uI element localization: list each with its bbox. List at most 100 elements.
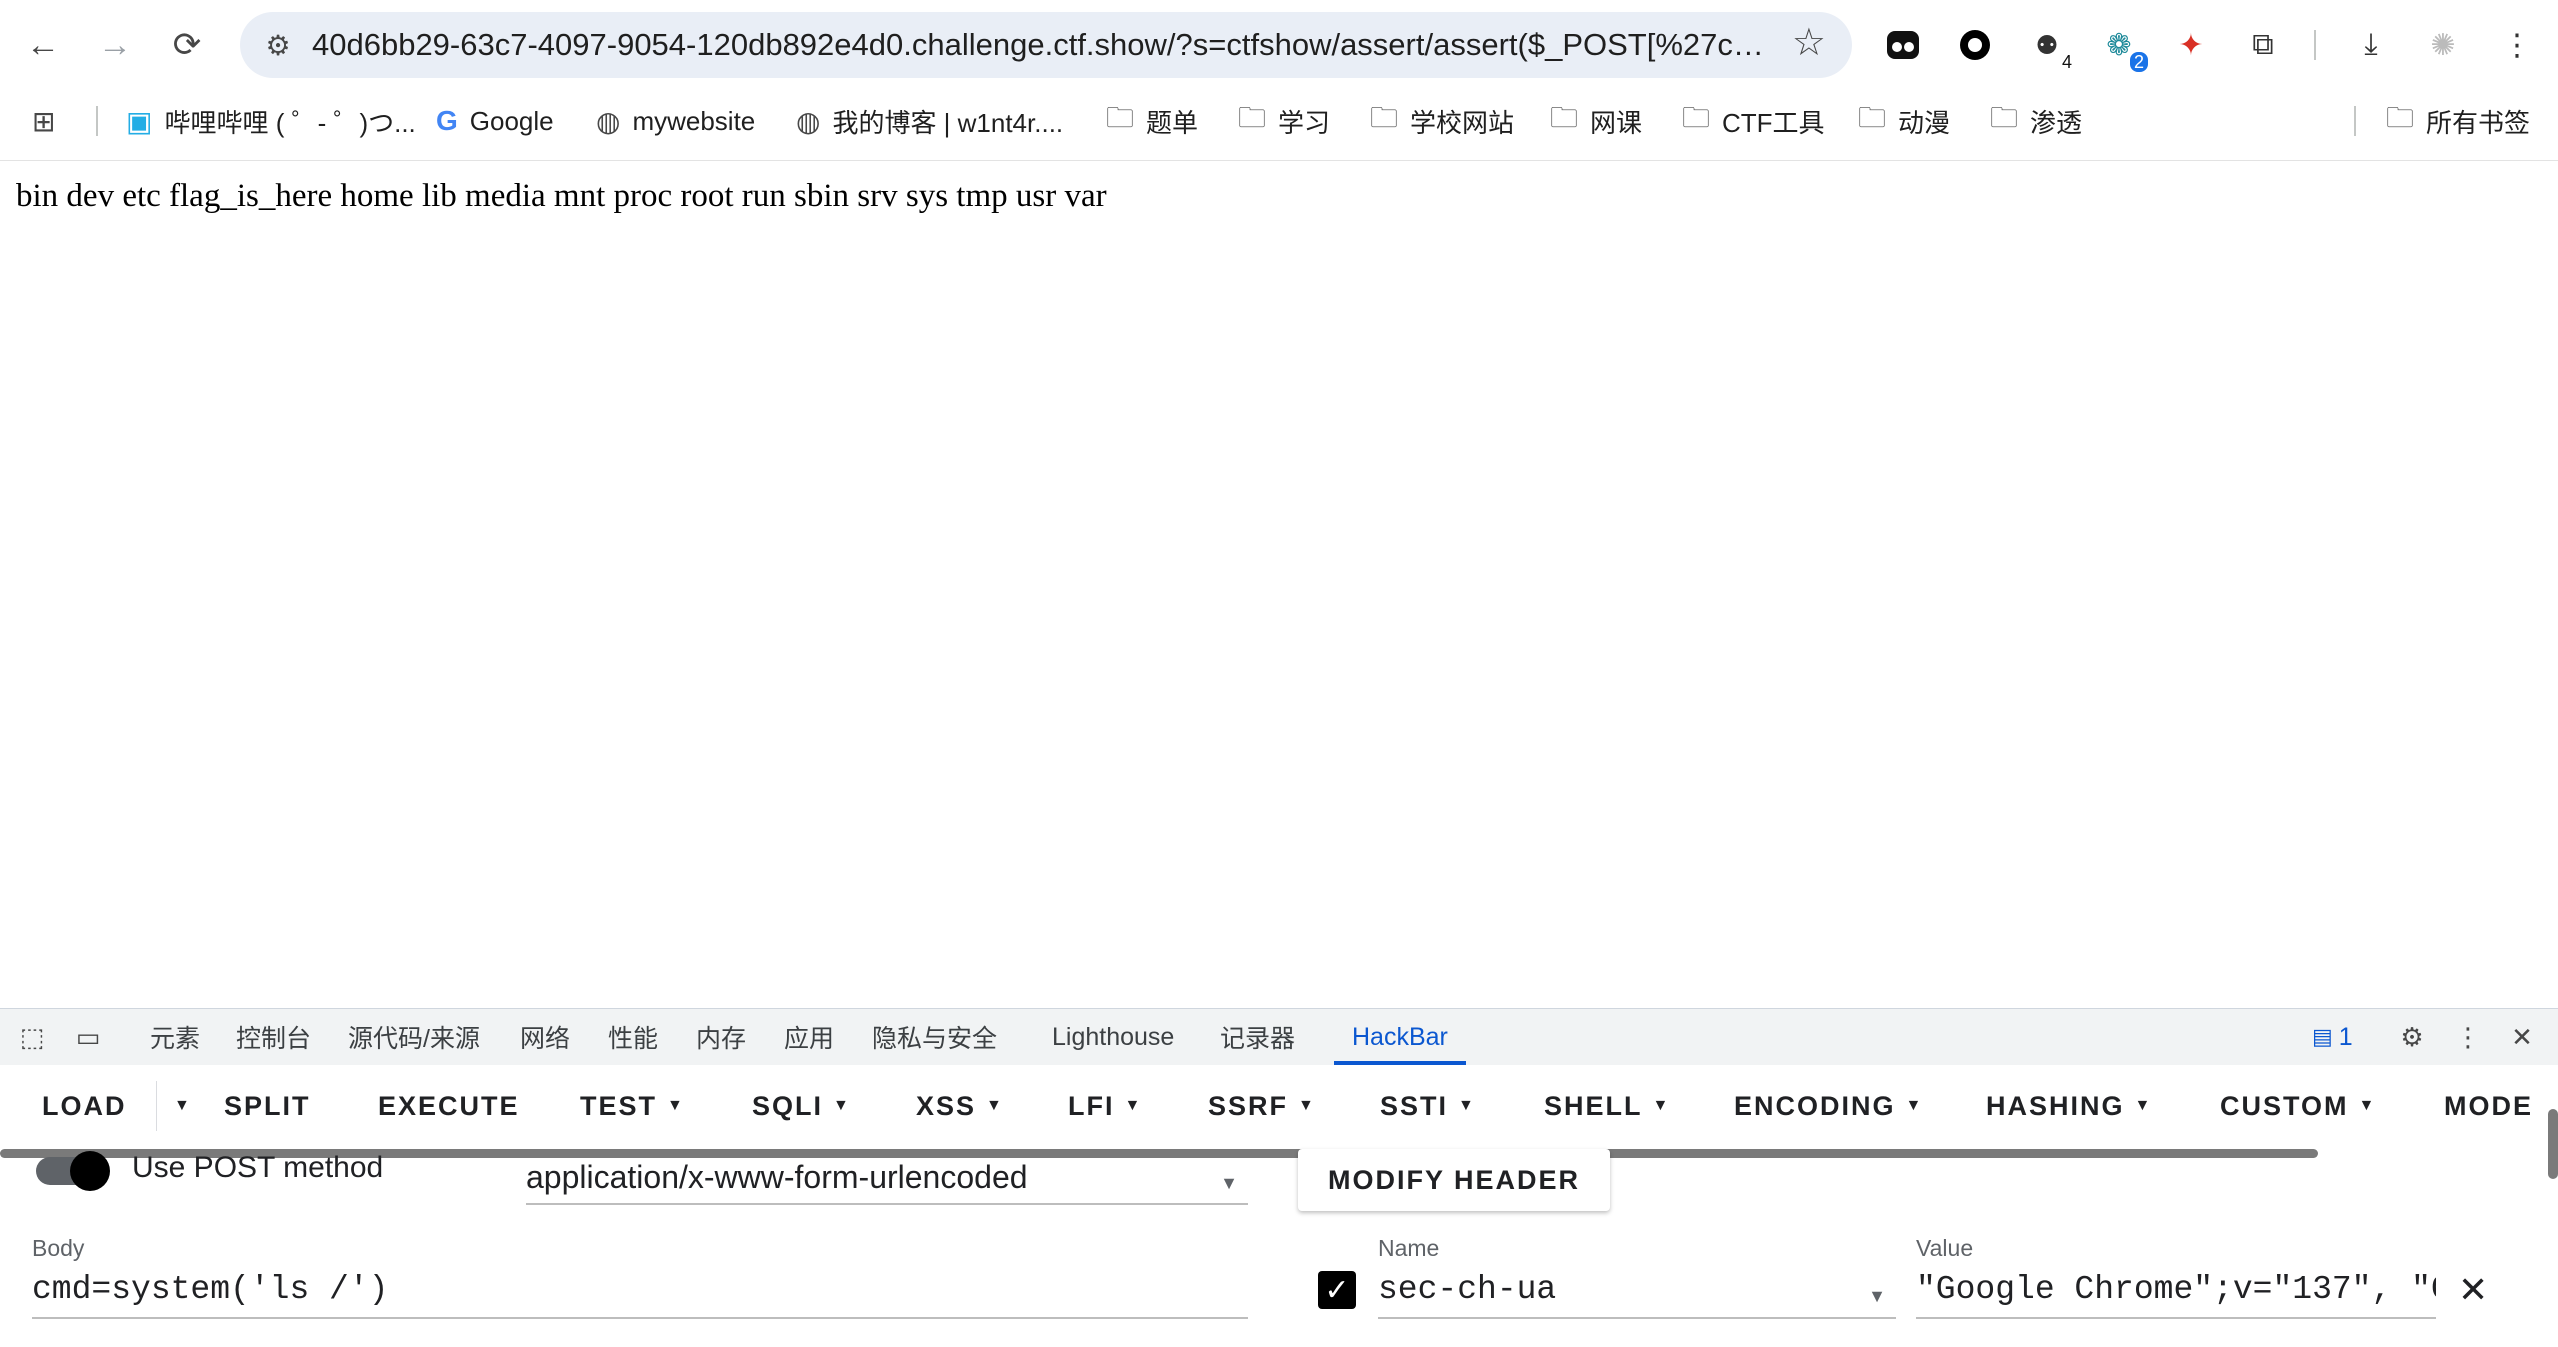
puzzle-icon: ⧉ bbox=[2252, 28, 2274, 61]
device-toolbar-icon[interactable]: ▭ bbox=[70, 1019, 106, 1055]
caret-down-icon: ▼ bbox=[833, 1097, 851, 1114]
bookmark-item[interactable]: ◍ mywebsite bbox=[596, 96, 755, 146]
site-info-icon[interactable]: ⚙ bbox=[254, 21, 302, 69]
xss-menu-button[interactable]: XSS ▼ bbox=[916, 1083, 1004, 1129]
shell-menu-button[interactable]: SHELL ▼ bbox=[1544, 1083, 1670, 1129]
tab-recorder[interactable]: 记录器 bbox=[1220, 1009, 1295, 1065]
bookmarks-separator bbox=[2354, 106, 2356, 136]
bookmark-folder[interactable]: 🗀 CTF工具 bbox=[1682, 96, 1825, 146]
load-dropdown-button[interactable]: ▼ bbox=[164, 1083, 192, 1129]
load-button[interactable]: LOAD bbox=[42, 1083, 127, 1129]
ssti-menu-button[interactable]: SSTI ▼ bbox=[1380, 1083, 1476, 1129]
page-output: bin dev etc flag_is_here home lib media … bbox=[16, 178, 1107, 214]
bookmark-folder[interactable]: 🗀 渗透 bbox=[1990, 96, 2082, 146]
apps-button[interactable]: ⊞ bbox=[32, 96, 55, 146]
bookmark-label: mywebsite bbox=[632, 105, 756, 136]
custom-menu-button[interactable]: CUSTOM ▼ bbox=[2220, 1083, 2376, 1129]
menu-label: LFI bbox=[1068, 1090, 1115, 1121]
mode-menu-button[interactable]: MODE bbox=[2444, 1083, 2533, 1129]
header-name-field[interactable]: sec-ch-ua ▼ bbox=[1378, 1267, 1896, 1319]
menu-label: ENCODING bbox=[1734, 1090, 1896, 1121]
tab-hackbar[interactable]: HackBar bbox=[1334, 1009, 1466, 1065]
execute-button[interactable]: EXECUTE bbox=[378, 1083, 520, 1129]
hashing-menu-button[interactable]: HASHING ▼ bbox=[1986, 1083, 2152, 1129]
bookmark-folder[interactable]: 🗀 题单 bbox=[1106, 96, 1198, 146]
message-icon: ▤ bbox=[2312, 1024, 2333, 1049]
header-value-field[interactable]: "Google Chrome";v="137", "C bbox=[1916, 1267, 2436, 1319]
bookmark-folder[interactable]: 🗀 网课 bbox=[1550, 96, 1642, 146]
tab-lighthouse[interactable]: Lighthouse bbox=[1052, 1009, 1174, 1065]
remove-header-close-icon[interactable]: ✕ bbox=[2458, 1269, 2488, 1311]
tab-elements[interactable]: 元素 bbox=[150, 1009, 200, 1065]
apps-grid-icon: ⊞ bbox=[32, 105, 56, 137]
tab-performance[interactable]: 性能 bbox=[608, 1009, 658, 1065]
content-type-select[interactable]: application/x-www-form-urlencoded ▼ bbox=[526, 1157, 1248, 1205]
bookmark-star-icon[interactable]: ☆ bbox=[1792, 20, 1826, 65]
extension-5-icon[interactable]: ✦ bbox=[2168, 22, 2214, 68]
bookmark-item[interactable]: ◍ 我的博客 | w1nt4r.... bbox=[796, 96, 1063, 146]
tab-privacy-security[interactable]: 隐私与安全 bbox=[872, 1009, 997, 1065]
sqli-menu-button[interactable]: SQLI ▼ bbox=[752, 1083, 851, 1129]
tab-network[interactable]: 网络 bbox=[520, 1009, 570, 1065]
folder-icon: 🗀 bbox=[1106, 102, 1135, 133]
downloads-button[interactable]: ⤓ bbox=[2348, 22, 2394, 68]
tab-application[interactable]: 应用 bbox=[784, 1009, 834, 1065]
more-vert-icon[interactable]: ⋮ bbox=[2450, 1019, 2486, 1055]
menu-label: XSS bbox=[916, 1090, 977, 1121]
extension-3-icon[interactable]: ⚉ 4 bbox=[2024, 22, 2072, 73]
settings-gear-icon[interactable]: ⚙ bbox=[2394, 1019, 2430, 1055]
arrow-right-icon: → bbox=[98, 25, 132, 64]
extensions-menu-button[interactable]: ⧉ bbox=[2240, 22, 2286, 68]
bookmark-item[interactable]: ▣ 哔哩哔哩 ( ゜- ゜)つ... bbox=[126, 96, 416, 146]
bookmark-folder[interactable]: 🗀 动漫 bbox=[1858, 96, 1950, 146]
header-value-label: Value bbox=[1916, 1235, 1974, 1261]
close-icon[interactable]: ✕ bbox=[2504, 1019, 2540, 1055]
inspect-element-icon[interactable]: ⬚ bbox=[14, 1019, 50, 1055]
menu-label: TEST bbox=[580, 1090, 658, 1121]
caret-down-icon: ▼ bbox=[1124, 1097, 1143, 1114]
extension-2-icon[interactable] bbox=[1952, 22, 1998, 68]
test-menu-button[interactable]: TEST ▼ bbox=[580, 1083, 685, 1129]
download-icon: ⤓ bbox=[2364, 28, 2378, 61]
extension-1-glyph bbox=[1887, 31, 1919, 59]
bookmark-label: 渗透 bbox=[2030, 107, 2083, 138]
tab-memory[interactable]: 内存 bbox=[696, 1009, 746, 1065]
reload-icon: ⟳ bbox=[172, 26, 202, 64]
menu-label: SSTI bbox=[1380, 1090, 1449, 1121]
folder-icon: 🗀 bbox=[1370, 102, 1399, 133]
profile-button[interactable]: ✺ bbox=[2420, 22, 2466, 68]
chrome-menu-button[interactable]: ⋮ bbox=[2494, 22, 2540, 68]
body-label: Body bbox=[32, 1235, 85, 1261]
address-bar[interactable]: ⚙ 40d6bb29-63c7-4097-9054-120db892e4d0.c… bbox=[240, 12, 1852, 78]
google-icon: G bbox=[436, 105, 458, 136]
reload-button[interactable]: ⟳ bbox=[164, 22, 210, 68]
url-text[interactable]: 40d6bb29-63c7-4097-9054-120db892e4d0.cha… bbox=[312, 25, 1782, 65]
modify-header-button[interactable]: MODIFY HEADER bbox=[1298, 1149, 1610, 1211]
body-field[interactable]: cmd=system('ls /') bbox=[32, 1267, 1248, 1319]
bookmark-label: 学习 bbox=[1278, 107, 1331, 138]
forward-button[interactable]: → bbox=[92, 22, 138, 68]
extension-4-icon[interactable]: ❁ 2 bbox=[2096, 22, 2148, 72]
ssrf-menu-button[interactable]: SSRF ▼ bbox=[1208, 1083, 1316, 1129]
extension-1-icon[interactable] bbox=[1880, 22, 1926, 68]
use-post-toggle[interactable] bbox=[70, 1151, 110, 1191]
bookmark-folder[interactable]: 🗀 学习 bbox=[1238, 96, 1330, 146]
encoding-menu-button[interactable]: ENCODING ▼ bbox=[1734, 1083, 1923, 1129]
vertical-scrollbar[interactable] bbox=[2548, 1109, 2558, 1179]
issues-count: 1 bbox=[2338, 1022, 2353, 1051]
menu-label: SQLI bbox=[752, 1090, 824, 1121]
lfi-menu-button[interactable]: LFI ▼ bbox=[1068, 1083, 1142, 1129]
extension-badge: 4 bbox=[2061, 52, 2072, 72]
header-enabled-checkbox[interactable]: ✓ bbox=[1318, 1271, 1356, 1309]
issues-counter[interactable]: ▤ 1 bbox=[2312, 1009, 2353, 1065]
bookmarks-bar: ⊞ ▣ 哔哩哔哩 ( ゜- ゜)つ... G Google ◍ mywebsit… bbox=[0, 96, 2558, 146]
all-bookmarks-folder[interactable]: 🗀 所有书签 bbox=[2386, 96, 2530, 146]
bookmark-folder[interactable]: 🗀 学校网站 bbox=[1370, 96, 1514, 146]
bookmark-item[interactable]: G Google bbox=[436, 96, 554, 146]
extension-badge: 2 bbox=[2129, 52, 2148, 72]
tab-sources[interactable]: 源代码/来源 bbox=[348, 1009, 480, 1065]
tab-console[interactable]: 控制台 bbox=[236, 1009, 311, 1065]
back-button[interactable]: ← bbox=[20, 22, 66, 68]
header-name-value: sec-ch-ua bbox=[1378, 1271, 1557, 1308]
split-button[interactable]: SPLIT bbox=[224, 1083, 311, 1129]
